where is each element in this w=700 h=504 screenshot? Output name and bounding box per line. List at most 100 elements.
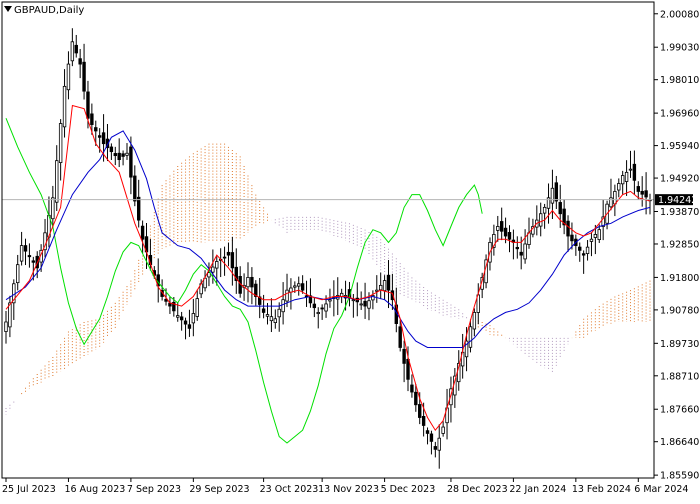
y-tick-label: 1.91800 (660, 273, 699, 284)
candle-body (97, 135, 102, 138)
candle-body (554, 182, 559, 202)
candle-body (418, 404, 422, 418)
candle-body (140, 225, 145, 240)
y-tick-label: 1.92850 (660, 239, 699, 250)
candle-body (297, 283, 301, 287)
candle-body (585, 246, 590, 254)
candle-body (55, 160, 59, 203)
candle-body (402, 348, 406, 364)
candle-body (101, 132, 106, 145)
y-tick-label: 1.88710 (660, 371, 699, 382)
x-tick-label: 16 Aug 2023 (64, 484, 125, 495)
y-tick-label: 1.96960 (660, 109, 699, 120)
candle-body (269, 316, 274, 322)
symbol-label: GBPAUD,Daily (14, 5, 84, 16)
candle-body (624, 171, 629, 182)
candle-body (628, 168, 633, 171)
candle-body (74, 44, 78, 54)
candle-body (293, 285, 297, 288)
candle-body (367, 300, 371, 309)
candle-body (191, 313, 196, 324)
candle-body (19, 245, 24, 262)
candle-body (441, 426, 445, 434)
candle-body (273, 318, 278, 323)
x-tick-label: 25 Jul 2023 (2, 484, 56, 495)
candle-body (51, 197, 55, 220)
candle-body (566, 220, 570, 237)
candle-body (640, 190, 644, 195)
price-axis[interactable]: 2.00080 1.99030 1.98010 1.96960 1.95940 1.949… (654, 9, 699, 482)
candle-body (125, 152, 129, 156)
candle-body (215, 261, 219, 269)
candle-body (277, 308, 281, 318)
candle-body (570, 234, 574, 242)
y-tick-label: 1.90780 (660, 305, 699, 316)
candle-body (265, 314, 270, 317)
candle-body (496, 226, 500, 231)
candle-body (581, 253, 586, 256)
x-tick-label: 7 Sep 2023 (127, 484, 181, 495)
candle-body (121, 153, 125, 157)
candle-body (644, 190, 648, 198)
candle-body (636, 186, 640, 192)
candle-body (414, 391, 418, 406)
y-tick-label: 2.00080 (660, 9, 699, 20)
x-tick-label: 6 Mar 2024 (634, 484, 688, 495)
candle-body (137, 196, 141, 221)
candle-body (578, 246, 582, 251)
candle-body (316, 312, 320, 315)
y-tick-label: 1.98010 (660, 75, 699, 86)
candle-body (425, 430, 430, 434)
candle-body (499, 221, 504, 232)
candle-body (27, 255, 32, 258)
y-tick-label: 1.87660 (660, 405, 699, 416)
candle-body (468, 326, 473, 348)
candle-body (250, 276, 254, 288)
candle-body (23, 245, 28, 252)
candle-body (86, 91, 90, 119)
candle-body (558, 202, 562, 215)
candle-body (129, 146, 133, 178)
candle-body (507, 232, 512, 240)
ichimoku-chart[interactable]: 2.00080 1.99030 1.98010 1.96960 1.95940 1.949… (0, 0, 700, 500)
candle-body (351, 299, 356, 302)
y-tick-label: 1.99030 (660, 43, 699, 54)
candle-body (16, 264, 20, 284)
candle-body (187, 324, 192, 329)
candle-body (66, 63, 71, 91)
candle-body (328, 299, 332, 302)
candle-body (503, 227, 508, 237)
candle-body (613, 191, 617, 205)
candle-body (300, 283, 305, 291)
y-tick-label: 1.93870 (660, 207, 699, 218)
candle-body (515, 246, 519, 250)
candle-body (429, 433, 434, 442)
candle-body (593, 234, 598, 238)
candle-body (617, 183, 621, 191)
candle-body (519, 251, 523, 256)
candle-body (589, 238, 594, 242)
chart-window: 2.00080 1.99030 1.98010 1.96960 1.95940 1.949… (0, 0, 700, 500)
candle-body (195, 298, 199, 317)
candle-body (382, 280, 387, 292)
candle-body (406, 358, 410, 380)
candle-body (421, 416, 426, 426)
candle-body (113, 153, 117, 157)
candle-body (437, 437, 441, 451)
y-tick-label: 1.95940 (660, 141, 699, 152)
candle-body (386, 274, 391, 291)
candle-body (550, 187, 555, 204)
candle-body (226, 251, 231, 256)
current-price-label: 1.94242 (658, 195, 697, 206)
candle-body (222, 256, 227, 259)
candle-body (183, 320, 188, 325)
candle-body (378, 284, 383, 291)
candle-body (90, 113, 94, 125)
candle-body (312, 303, 317, 309)
x-tick-label: 23 Oct 2023 (260, 484, 319, 495)
candle-body (523, 243, 527, 260)
candle-body (261, 308, 266, 313)
candle-body (4, 321, 8, 332)
candle-body (70, 41, 75, 62)
candle-body (375, 289, 379, 292)
